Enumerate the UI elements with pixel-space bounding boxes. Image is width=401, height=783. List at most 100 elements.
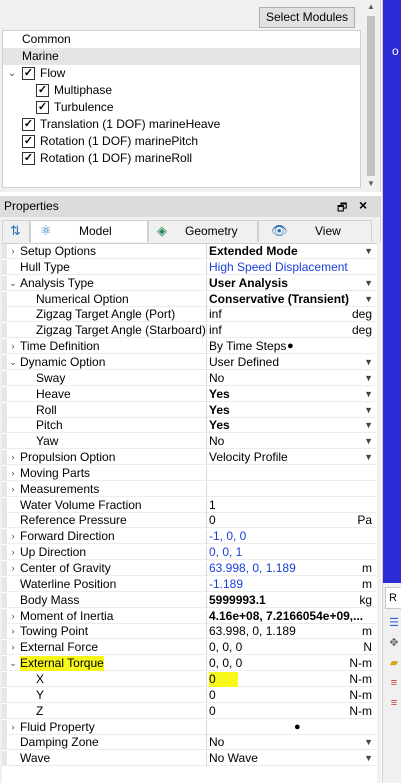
chevron-right-icon[interactable]: › (8, 609, 18, 624)
property-row[interactable]: › Towing Point 63.998, 0, 1.189 m (2, 624, 376, 639)
property-row[interactable]: Zigzag Target Angle (Starboard) inf deg (2, 323, 376, 338)
property-value[interactable]: Yes (209, 403, 377, 418)
property-row[interactable]: Damping Zone No ▼ (2, 735, 376, 750)
property-value[interactable]: No (209, 735, 377, 750)
property-value[interactable]: 4.16e+08, 7.2166054e+09,... (209, 609, 377, 624)
chevron-down-icon[interactable]: ⌄ (8, 656, 18, 671)
dropdown-arrow-icon[interactable]: ▼ (364, 418, 373, 433)
module-checkbox[interactable]: ✓ (22, 67, 35, 80)
sort-tab[interactable]: ⇅ (2, 220, 30, 242)
property-row[interactable]: Reference Pressure 0 Pa (2, 513, 376, 528)
property-value[interactable]: Yes (209, 387, 377, 402)
property-value[interactable]: User Analysis (209, 276, 377, 291)
dropdown-arrow-icon[interactable]: ▼ (364, 751, 373, 766)
chevron-down-icon[interactable]: ⌄ (8, 355, 18, 370)
property-value[interactable]: High Speed Displacement (209, 260, 377, 275)
property-row[interactable]: Hull Type High Speed Displacement (2, 260, 376, 275)
property-value[interactable]: 1 (209, 498, 377, 513)
property-row[interactable]: › Measurements (2, 482, 376, 497)
chevron-right-icon[interactable]: › (8, 529, 18, 544)
module-item[interactable]: ✓ Rotation (1 DOF) marinePitch (3, 133, 360, 150)
dropdown-arrow-icon[interactable]: ▼ (364, 276, 373, 291)
property-value[interactable]: 63.998, 0, 1.189 (209, 624, 377, 639)
tab-view[interactable]: 👁 View (258, 220, 372, 242)
3d-viewport[interactable]: o (382, 0, 401, 583)
dropdown-arrow-icon[interactable]: ▼ (364, 371, 373, 386)
module-item[interactable]: Common (3, 31, 360, 48)
property-row[interactable]: ⌄ Dynamic Option User Defined ▼ (2, 355, 376, 370)
property-row[interactable]: › Up Direction 0, 0, 1 (2, 545, 376, 560)
folder-icon[interactable]: ▰ (388, 657, 400, 669)
module-item[interactable]: ✓ Rotation (1 DOF) marineRoll (3, 150, 360, 167)
property-row[interactable]: Sway No ▼ (2, 371, 376, 386)
property-value[interactable]: 63.998, 0, 1.189 (209, 561, 377, 576)
dropdown-arrow-icon[interactable]: ▼ (364, 244, 373, 259)
property-row[interactable]: Roll Yes ▼ (2, 403, 376, 418)
dropdown-arrow-icon[interactable]: ▼ (364, 434, 373, 449)
list-icon[interactable]: ☰ (388, 617, 400, 629)
chevron-right-icon[interactable]: › (8, 545, 18, 560)
more-options-icon[interactable]: ● (294, 720, 301, 735)
property-row[interactable]: Body Mass 5999993.1 kg (2, 593, 376, 608)
dropdown-arrow-icon[interactable]: ▼ (364, 450, 373, 465)
select-modules-button[interactable]: Select Modules (259, 7, 355, 28)
property-row[interactable]: › External Force 0, 0, 0N (2, 640, 376, 655)
property-value[interactable]: User Defined (209, 355, 377, 370)
tab-geometry[interactable]: ◈ Geometry (148, 220, 258, 242)
dropdown-arrow-icon[interactable]: ▼ (364, 403, 373, 418)
lines-icon[interactable]: ≡ (388, 697, 400, 709)
property-value[interactable]: Conservative (Transient) (209, 292, 377, 307)
property-row[interactable]: ⌄ External Torque 0, 0, 0 N-m (2, 656, 376, 671)
color-list-icon[interactable]: ≡ (388, 677, 400, 689)
chevron-right-icon[interactable]: › (8, 640, 18, 655)
module-item[interactable]: ✓ Turbulence (3, 99, 360, 116)
dropdown-arrow-icon[interactable]: ▼ (364, 735, 373, 750)
property-value[interactable]: No Wave (209, 751, 377, 766)
property-row[interactable]: Y 0 N-m (2, 688, 376, 703)
side-panel-tab[interactable]: R (385, 587, 401, 609)
property-value[interactable]: No (209, 371, 377, 386)
chevron-right-icon[interactable]: › (8, 720, 18, 735)
property-row[interactable]: › Forward Direction -1, 0, 0 (2, 529, 376, 544)
chevron-right-icon[interactable]: › (8, 561, 18, 576)
property-row[interactable]: › Moving Parts (2, 466, 376, 481)
close-icon[interactable]: × (359, 197, 367, 213)
property-value[interactable]: 0, 0, 1 (209, 545, 377, 560)
property-value[interactable]: 0, 0, 0 (209, 640, 377, 655)
property-row[interactable]: ⌄ Analysis Type User Analysis ▼ (2, 276, 376, 291)
module-item[interactable]: Marine (3, 48, 360, 65)
module-checkbox[interactable]: ✓ (22, 118, 35, 131)
property-value[interactable]: -1, 0, 0 (209, 529, 377, 544)
scroll-up-icon[interactable]: ▲ (362, 0, 380, 14)
property-value[interactable]: 0 (209, 513, 377, 528)
chevron-down-icon[interactable]: ⌄ (8, 276, 18, 291)
dropdown-arrow-icon[interactable]: ▼ (364, 387, 373, 402)
move-icon[interactable]: ✥ (388, 637, 400, 649)
module-checkbox[interactable]: ✓ (22, 135, 35, 148)
module-item[interactable]: ✓ Multiphase (3, 82, 360, 99)
property-row[interactable]: › Setup Options Extended Mode ▼ (2, 244, 376, 259)
restore-window-icon[interactable]: 🗗 (337, 199, 347, 218)
module-checkbox[interactable]: ✓ (22, 152, 35, 165)
property-row[interactable]: Pitch Yes ▼ (2, 418, 376, 433)
chevron-right-icon[interactable]: › (8, 482, 18, 497)
tab-model[interactable]: ⚛ Model (30, 220, 148, 242)
property-row[interactable]: Yaw No ▼ (2, 434, 376, 449)
property-row[interactable]: X 0 N-m (2, 672, 376, 687)
chevron-right-icon[interactable]: › (8, 244, 18, 259)
modules-scrollbar[interactable]: ▲ ▼ (362, 0, 380, 192)
property-row[interactable]: › Time Definition By Time Steps ● (2, 339, 376, 354)
property-row[interactable]: Z 0 N-m (2, 704, 376, 719)
property-value[interactable]: Yes (209, 418, 377, 433)
dropdown-arrow-icon[interactable]: ▼ (364, 355, 373, 370)
chevron-right-icon[interactable]: › (8, 450, 18, 465)
property-row[interactable]: › Moment of Inertia 4.16e+08, 7.2166054e+0… (2, 609, 376, 624)
module-checkbox[interactable]: ✓ (36, 84, 49, 97)
property-row[interactable]: › Propulsion Option Velocity Profile ▼ (2, 450, 376, 465)
property-value[interactable]: Velocity Profile (209, 450, 377, 465)
module-checkbox[interactable]: ✓ (36, 101, 49, 114)
property-row[interactable]: Water Volume Fraction 1 (2, 498, 376, 513)
module-item[interactable]: ✓ Translation (1 DOF) marineHeave (3, 116, 360, 133)
chevron-right-icon[interactable]: › (8, 339, 18, 354)
property-row[interactable]: › Fluid Property ● (2, 720, 376, 735)
